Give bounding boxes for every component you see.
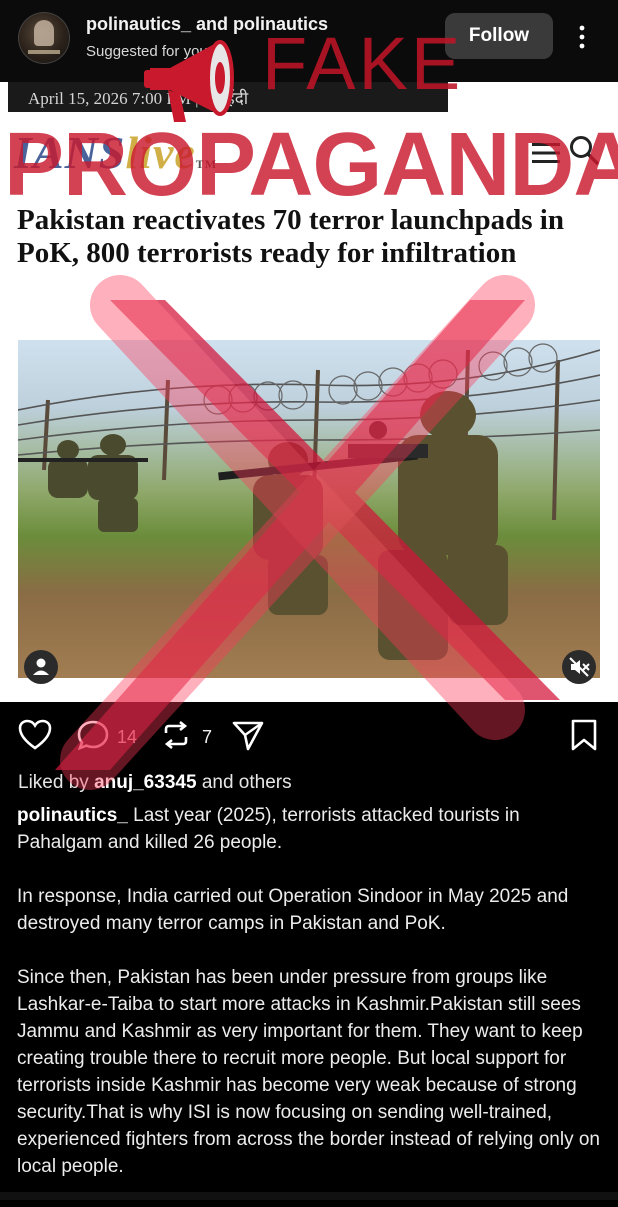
avatar[interactable] bbox=[18, 12, 70, 64]
repost-count: 7 bbox=[202, 727, 213, 747]
liked-by-user[interactable]: anuj_63345 bbox=[94, 772, 196, 793]
tagged-users-button[interactable] bbox=[24, 650, 58, 684]
caption-paragraph-1: polinautics_ Last year (2025), terrorist… bbox=[17, 802, 601, 856]
liked-by-suffix: and others bbox=[201, 772, 292, 793]
megaphone-icon bbox=[144, 40, 234, 122]
person-icon bbox=[33, 658, 49, 675]
caption-paragraph-2: In response, India carried out Operation… bbox=[17, 886, 569, 934]
liked-by-prefix: Liked by bbox=[18, 772, 89, 793]
article-photo bbox=[18, 340, 600, 678]
avatar-ring bbox=[18, 12, 70, 64]
post-caption: polinautics_ Last year (2025), terrorist… bbox=[17, 802, 601, 1207]
bottom-divider bbox=[0, 1192, 618, 1200]
speaker-muted-icon bbox=[569, 657, 590, 677]
share-send-icon[interactable] bbox=[231, 719, 265, 751]
more-options-icon[interactable] bbox=[572, 24, 592, 50]
fake-stamp-text: FAKE bbox=[262, 22, 464, 105]
propaganda-stamp-text: PROPAGANDA bbox=[4, 115, 618, 215]
caption-paragraph-3: Since then, Pakistan has been under pres… bbox=[17, 967, 600, 1177]
comment-icon[interactable] bbox=[76, 719, 110, 751]
mute-button[interactable] bbox=[562, 650, 596, 684]
bookmark-icon[interactable] bbox=[570, 719, 598, 751]
soldiers-illustration bbox=[18, 391, 508, 660]
repost-icon[interactable] bbox=[160, 719, 192, 751]
liked-by-line: Liked by anuj_63345 and others bbox=[18, 772, 292, 794]
comment-count: 14 bbox=[117, 727, 138, 747]
like-heart-icon[interactable] bbox=[18, 719, 52, 751]
caption-username[interactable]: polinautics_ bbox=[17, 805, 128, 826]
post-actions: 14 7 bbox=[0, 702, 618, 768]
